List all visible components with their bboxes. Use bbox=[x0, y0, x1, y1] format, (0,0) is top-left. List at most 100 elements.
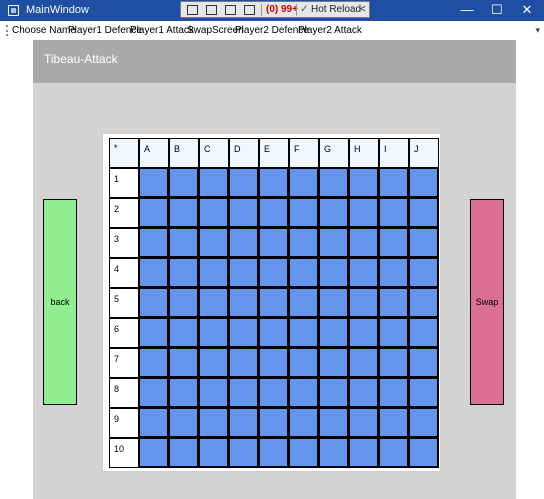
board-cell-j7[interactable] bbox=[409, 348, 439, 378]
board-cell-h2[interactable] bbox=[349, 198, 379, 228]
board-cell-c6[interactable] bbox=[199, 318, 229, 348]
board-cell-g8[interactable] bbox=[319, 378, 349, 408]
menu-item-player1-attack[interactable]: Player1 Attack bbox=[130, 25, 194, 36]
board-cell-i9[interactable] bbox=[379, 408, 409, 438]
board-cell-i8[interactable] bbox=[379, 378, 409, 408]
board-cell-h5[interactable] bbox=[349, 288, 379, 318]
board-cell-h9[interactable] bbox=[349, 408, 379, 438]
board-cell-a7[interactable] bbox=[139, 348, 169, 378]
board-cell-j8[interactable] bbox=[409, 378, 439, 408]
board-cell-j3[interactable] bbox=[409, 228, 439, 258]
board-cell-c9[interactable] bbox=[199, 408, 229, 438]
track-focus-icon[interactable] bbox=[244, 5, 255, 15]
board-cell-e10[interactable] bbox=[259, 438, 289, 468]
board-cell-c7[interactable] bbox=[199, 348, 229, 378]
board-cell-g9[interactable] bbox=[319, 408, 349, 438]
board-cell-d2[interactable] bbox=[229, 198, 259, 228]
board-cell-d9[interactable] bbox=[229, 408, 259, 438]
board-cell-a10[interactable] bbox=[139, 438, 169, 468]
close-button[interactable]: ✕ bbox=[512, 2, 542, 18]
collapse-toolbar-button[interactable]: < bbox=[360, 4, 366, 15]
board-cell-d7[interactable] bbox=[229, 348, 259, 378]
board-cell-f6[interactable] bbox=[289, 318, 319, 348]
board-cell-i10[interactable] bbox=[379, 438, 409, 468]
board-cell-h8[interactable] bbox=[349, 378, 379, 408]
board-cell-f8[interactable] bbox=[289, 378, 319, 408]
board-cell-j10[interactable] bbox=[409, 438, 439, 468]
board-cell-c4[interactable] bbox=[199, 258, 229, 288]
board-cell-a6[interactable] bbox=[139, 318, 169, 348]
select-element-icon[interactable] bbox=[206, 5, 217, 15]
board-cell-d1[interactable] bbox=[229, 168, 259, 198]
board-cell-d6[interactable] bbox=[229, 318, 259, 348]
board-cell-a8[interactable] bbox=[139, 378, 169, 408]
board-cell-d4[interactable] bbox=[229, 258, 259, 288]
board-cell-c10[interactable] bbox=[199, 438, 229, 468]
board-cell-e5[interactable] bbox=[259, 288, 289, 318]
board-cell-e8[interactable] bbox=[259, 378, 289, 408]
board-cell-e2[interactable] bbox=[259, 198, 289, 228]
board-cell-b2[interactable] bbox=[169, 198, 199, 228]
board-cell-g5[interactable] bbox=[319, 288, 349, 318]
board-cell-a9[interactable] bbox=[139, 408, 169, 438]
board-cell-c1[interactable] bbox=[199, 168, 229, 198]
maximize-button[interactable]: ☐ bbox=[482, 2, 512, 18]
board-cell-f7[interactable] bbox=[289, 348, 319, 378]
board-cell-i5[interactable] bbox=[379, 288, 409, 318]
board-cell-c5[interactable] bbox=[199, 288, 229, 318]
board-cell-b3[interactable] bbox=[169, 228, 199, 258]
board-cell-i7[interactable] bbox=[379, 348, 409, 378]
board-cell-h10[interactable] bbox=[349, 438, 379, 468]
board-cell-g4[interactable] bbox=[319, 258, 349, 288]
board-cell-d10[interactable] bbox=[229, 438, 259, 468]
board-cell-a2[interactable] bbox=[139, 198, 169, 228]
board-cell-j1[interactable] bbox=[409, 168, 439, 198]
board-cell-h1[interactable] bbox=[349, 168, 379, 198]
board-cell-e6[interactable] bbox=[259, 318, 289, 348]
board-cell-g10[interactable] bbox=[319, 438, 349, 468]
board-cell-b10[interactable] bbox=[169, 438, 199, 468]
board-cell-f1[interactable] bbox=[289, 168, 319, 198]
board-cell-e7[interactable] bbox=[259, 348, 289, 378]
back-button[interactable]: back bbox=[43, 199, 77, 405]
board-cell-b4[interactable] bbox=[169, 258, 199, 288]
board-cell-c3[interactable] bbox=[199, 228, 229, 258]
minimize-button[interactable]: — bbox=[452, 2, 482, 17]
board-cell-a3[interactable] bbox=[139, 228, 169, 258]
live-visual-tree-icon[interactable] bbox=[187, 5, 198, 15]
board-cell-g3[interactable] bbox=[319, 228, 349, 258]
board-cell-b9[interactable] bbox=[169, 408, 199, 438]
display-adorners-icon[interactable] bbox=[225, 5, 236, 15]
menu-overflow-icon[interactable]: ▾ bbox=[535, 25, 540, 36]
board-cell-a4[interactable] bbox=[139, 258, 169, 288]
board-cell-b6[interactable] bbox=[169, 318, 199, 348]
board-cell-i1[interactable] bbox=[379, 168, 409, 198]
board-cell-c2[interactable] bbox=[199, 198, 229, 228]
board-cell-d8[interactable] bbox=[229, 378, 259, 408]
menu-item-player2-attack[interactable]: Player2 Attack bbox=[298, 25, 362, 36]
board-cell-f4[interactable] bbox=[289, 258, 319, 288]
board-cell-e1[interactable] bbox=[259, 168, 289, 198]
board-cell-g7[interactable] bbox=[319, 348, 349, 378]
board-cell-a5[interactable] bbox=[139, 288, 169, 318]
board-cell-e3[interactable] bbox=[259, 228, 289, 258]
board-cell-h4[interactable] bbox=[349, 258, 379, 288]
board-cell-j6[interactable] bbox=[409, 318, 439, 348]
board-cell-b1[interactable] bbox=[169, 168, 199, 198]
board-cell-i2[interactable] bbox=[379, 198, 409, 228]
board-cell-e4[interactable] bbox=[259, 258, 289, 288]
board-cell-f10[interactable] bbox=[289, 438, 319, 468]
hot-reload-button[interactable]: Hot Reload bbox=[311, 4, 361, 15]
board-cell-j4[interactable] bbox=[409, 258, 439, 288]
board-cell-j5[interactable] bbox=[409, 288, 439, 318]
swap-button[interactable]: Swap bbox=[470, 199, 504, 405]
board-cell-d3[interactable] bbox=[229, 228, 259, 258]
board-cell-j2[interactable] bbox=[409, 198, 439, 228]
board-cell-e9[interactable] bbox=[259, 408, 289, 438]
binding-failures-badge[interactable]: (0) 99+ bbox=[266, 4, 298, 15]
board-cell-g6[interactable] bbox=[319, 318, 349, 348]
board-cell-j9[interactable] bbox=[409, 408, 439, 438]
board-cell-f5[interactable] bbox=[289, 288, 319, 318]
board-cell-a1[interactable] bbox=[139, 168, 169, 198]
board-cell-g2[interactable] bbox=[319, 198, 349, 228]
